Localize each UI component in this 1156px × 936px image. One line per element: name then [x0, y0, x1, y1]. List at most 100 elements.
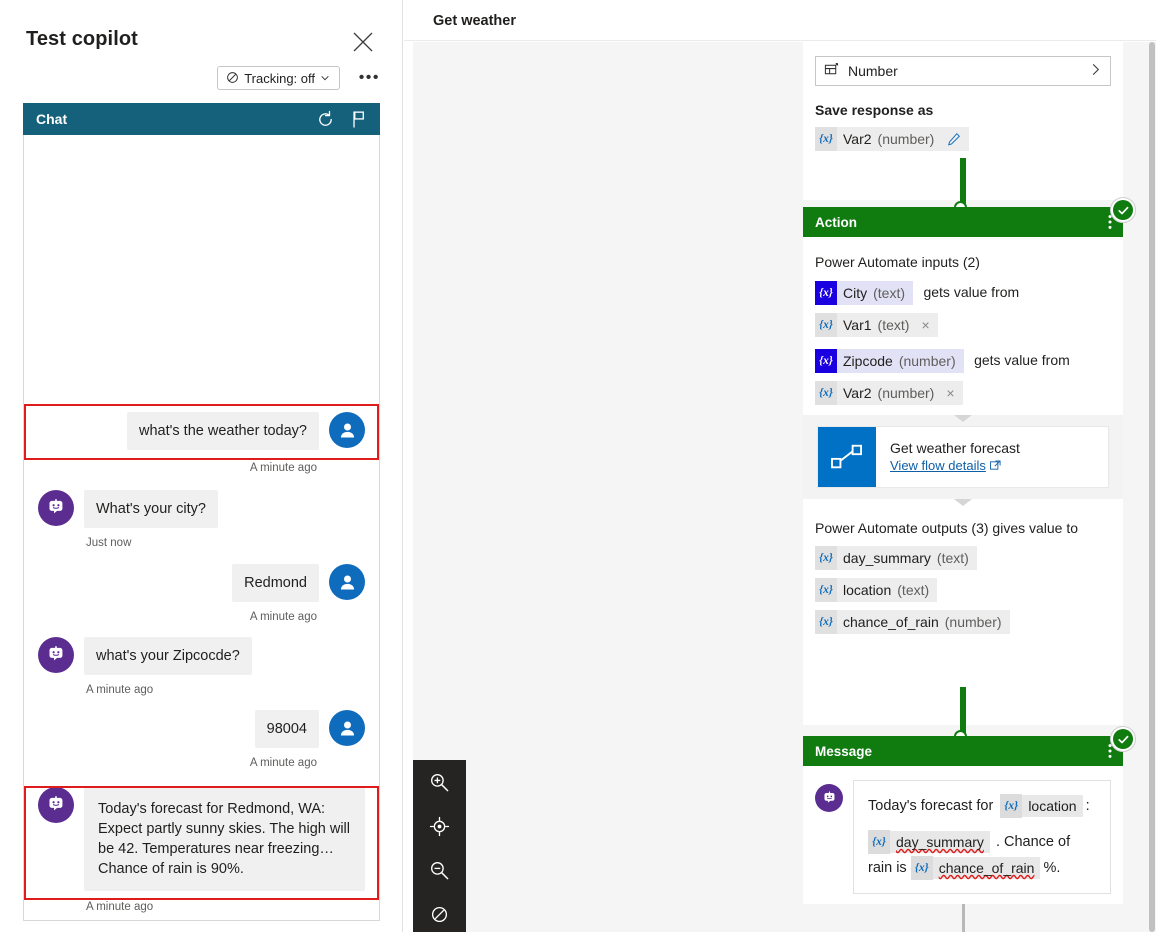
chat-header-bar: Chat	[23, 103, 380, 135]
parameter-name: City	[843, 285, 868, 301]
input-parameter-pill[interactable]: {x} Zipcode (number)	[815, 349, 964, 373]
avatar	[38, 637, 74, 673]
message-timestamp: A minute ago	[249, 462, 317, 474]
zoom-in-icon[interactable]	[413, 760, 466, 804]
message-variable-day-summary[interactable]: {x} day_summary	[868, 830, 990, 855]
input-parameter-pill[interactable]: {x} City (text)	[815, 281, 914, 305]
chevron-down-icon	[320, 72, 330, 85]
chat-message-bot: Today's forecast for Redmond, WA: Expect…	[24, 769, 379, 891]
input-mapping-row: {x} City (text) gets value from	[815, 281, 1111, 305]
output-variable-pill[interactable]: {x} location (text)	[815, 578, 938, 602]
authoring-canvas[interactable]: Number Save response as {x} Var2 (number…	[413, 42, 1148, 932]
flow-connector-bottom	[962, 904, 965, 932]
message-variable-chance-of-rain[interactable]: {x} chance_of_rain	[910, 856, 1041, 881]
band-notch-bottom	[954, 499, 972, 506]
variable-type: (text)	[936, 550, 969, 566]
gets-value-from-label: gets value from	[974, 352, 1070, 369]
node-header-label: Message	[815, 743, 873, 759]
variable-type: (text)	[877, 317, 910, 333]
variable-token-icon: {x}	[910, 856, 933, 881]
variable-token-icon: {x}	[815, 546, 837, 570]
variable-name: day_summary	[896, 834, 984, 851]
canvas-scrollbar[interactable]	[1148, 42, 1156, 932]
node-header-label: Action	[815, 214, 857, 230]
test-panel-header: Test copilot	[0, 0, 403, 72]
variable-token-icon: {x}	[868, 830, 890, 855]
variable-name: location	[1028, 798, 1077, 815]
close-icon[interactable]	[351, 30, 375, 54]
message-text-editor[interactable]: Today's forecast for {x} location : {x} …	[853, 780, 1111, 894]
message-timestamp: A minute ago	[86, 684, 154, 696]
fit-to-screen-icon[interactable]	[413, 804, 466, 848]
variable-token-icon: {x}	[815, 127, 837, 151]
remove-icon[interactable]: ×	[921, 317, 929, 333]
input-value-pill[interactable]: {x} Var1 (text) ×	[815, 313, 938, 337]
message-timestamp: Just now	[86, 537, 132, 549]
page-title: Test copilot	[26, 28, 138, 50]
message-timestamp: A minute ago	[86, 901, 154, 913]
variable-type: (number)	[944, 614, 1002, 630]
chat-message-user: what's the weather today?	[24, 400, 379, 452]
zoom-out-icon[interactable]	[413, 848, 466, 892]
scrollbar-thumb[interactable]	[1149, 42, 1155, 932]
band-notch-top	[954, 415, 972, 422]
message-node-header: Message	[803, 736, 1123, 766]
entity-icon	[824, 62, 839, 80]
topic-title: Get weather	[433, 13, 516, 29]
more-options-button[interactable]: •••	[359, 68, 380, 88]
flow-card[interactable]: Get weather forecast View flow details	[817, 426, 1109, 488]
power-automate-inputs-label: Power Automate inputs (2)	[815, 254, 980, 270]
remove-icon[interactable]: ×	[946, 385, 954, 401]
variable-token-icon: {x}	[815, 610, 837, 634]
flow-card-band: Get weather forecast View flow details	[803, 415, 1123, 499]
pencil-icon[interactable]	[947, 132, 961, 146]
chevron-right-icon	[1089, 63, 1102, 79]
action-node-header: Action	[803, 207, 1123, 237]
parameter-name: Zipcode	[843, 353, 893, 369]
restart-icon[interactable]	[316, 110, 335, 129]
test-copilot-panel: Test copilot Tracking: off ••• Chat what…	[0, 0, 403, 932]
canvas-header: Get weather	[404, 0, 1156, 41]
variable-token-icon: {x}	[815, 578, 837, 602]
message-line1-prefix: Today's forecast for	[868, 798, 994, 814]
view-flow-details-label: View flow details	[890, 457, 986, 473]
message-bubble: What's your city?	[84, 490, 218, 528]
message-line3-suffix: %.	[1043, 860, 1061, 876]
input-mapping-row: {x} Zipcode (number) gets value from	[815, 349, 1111, 373]
chat-message-bot: What's your city?	[24, 474, 379, 528]
action-node[interactable]: Action Power Automate inputs (2) {x} Cit…	[803, 207, 1123, 725]
variable-type: (number)	[877, 385, 935, 401]
parameter-type: (number)	[898, 353, 956, 369]
tracking-dropdown[interactable]: Tracking: off	[217, 66, 340, 90]
chat-transcript[interactable]: what's the weather today? A minute ago W…	[24, 136, 379, 920]
variable-name: Var1	[843, 317, 872, 333]
reset-zoom-icon[interactable]	[413, 892, 466, 936]
tracking-label: Tracking: off	[244, 70, 315, 86]
power-automate-icon	[818, 427, 876, 487]
flag-icon[interactable]	[351, 110, 368, 129]
chat-message-user: Redmond	[24, 549, 379, 602]
message-timestamp: A minute ago	[249, 757, 317, 769]
identify-field-select[interactable]: Number	[815, 56, 1111, 86]
variable-token-icon: {x}	[815, 313, 837, 337]
message-variable-location[interactable]: {x} location	[1000, 794, 1083, 819]
save-response-variable[interactable]: {x} Var2 (number)	[815, 127, 970, 151]
input-value-pill[interactable]: {x} Var2 (number) ×	[815, 381, 963, 405]
avatar	[38, 490, 74, 526]
power-automate-outputs-label: Power Automate outputs (3) gives value t…	[815, 520, 1079, 536]
message-line1-suffix: :	[1085, 798, 1090, 814]
variable-name: Var2	[843, 131, 872, 147]
gets-value-from-label: gets value from	[923, 284, 1020, 301]
output-variable-pill[interactable]: {x} chance_of_rain (number)	[815, 610, 1010, 634]
check-icon	[1113, 729, 1133, 749]
view-flow-details-link[interactable]: View flow details	[890, 458, 1001, 473]
message-node[interactable]: Message Today's forecast for {x} locatio…	[803, 736, 1123, 904]
chat-message-user: 98004	[24, 696, 379, 748]
output-variable-pill[interactable]: {x} day_summary (text)	[815, 546, 977, 570]
avatar	[329, 564, 365, 600]
chat-message-bot: what's your Zipcocde?	[24, 623, 379, 675]
variable-name: chance_of_rain	[843, 614, 939, 630]
input-value-row: {x} Var2 (number) ×	[815, 381, 1111, 405]
message-bubble: what's the weather today?	[126, 412, 319, 450]
save-response-label: Save response as	[815, 102, 934, 118]
